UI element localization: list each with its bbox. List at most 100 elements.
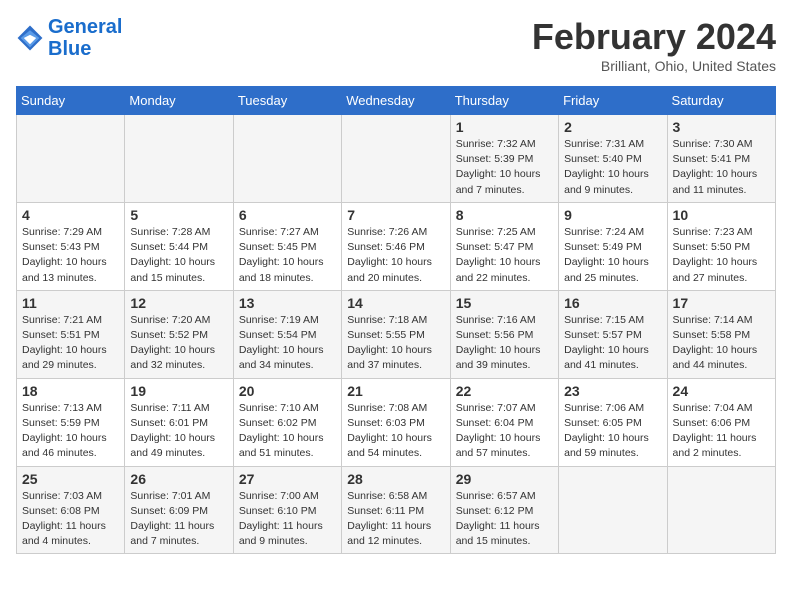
calendar-day-cell: 15 Sunrise: 7:16 AMSunset: 5:56 PMDayligh… bbox=[450, 290, 558, 378]
day-number: 13 bbox=[239, 295, 336, 311]
day-number: 15 bbox=[456, 295, 553, 311]
calendar-day-cell: 22 Sunrise: 7:07 AMSunset: 6:04 PMDayligh… bbox=[450, 378, 558, 466]
weekday-header-saturday: Saturday bbox=[667, 87, 775, 115]
calendar-week-row: 11 Sunrise: 7:21 AMSunset: 5:51 PMDayligh… bbox=[17, 290, 776, 378]
calendar-week-row: 18 Sunrise: 7:13 AMSunset: 5:59 PMDayligh… bbox=[17, 378, 776, 466]
day-info: Sunrise: 7:15 AMSunset: 5:57 PMDaylight:… bbox=[564, 313, 661, 374]
weekday-header-row: SundayMondayTuesdayWednesdayThursdayFrid… bbox=[17, 87, 776, 115]
weekday-header-wednesday: Wednesday bbox=[342, 87, 450, 115]
day-info: Sunrise: 6:58 AMSunset: 6:11 PMDaylight:… bbox=[347, 489, 444, 550]
logo: General Blue bbox=[16, 16, 122, 60]
day-info: Sunrise: 7:20 AMSunset: 5:52 PMDaylight:… bbox=[130, 313, 227, 374]
day-number: 7 bbox=[347, 207, 444, 223]
calendar-day-cell: 16 Sunrise: 7:15 AMSunset: 5:57 PMDayligh… bbox=[559, 290, 667, 378]
day-number: 10 bbox=[673, 207, 770, 223]
day-number: 1 bbox=[456, 119, 553, 135]
calendar-day-cell: 17 Sunrise: 7:14 AMSunset: 5:58 PMDayligh… bbox=[667, 290, 775, 378]
calendar-day-cell: 24 Sunrise: 7:04 AMSunset: 6:06 PMDayligh… bbox=[667, 378, 775, 466]
calendar-day-cell: 19 Sunrise: 7:11 AMSunset: 6:01 PMDayligh… bbox=[125, 378, 233, 466]
calendar-day-cell bbox=[559, 466, 667, 554]
day-number: 12 bbox=[130, 295, 227, 311]
calendar-day-cell: 11 Sunrise: 7:21 AMSunset: 5:51 PMDayligh… bbox=[17, 290, 125, 378]
day-number: 19 bbox=[130, 383, 227, 399]
calendar-day-cell: 13Sunrise: 7:19 AMSunset: 5:54 PMDayligh… bbox=[233, 290, 341, 378]
day-info: Sunrise: 7:13 AMSunset: 5:59 PMDaylight:… bbox=[22, 401, 119, 462]
day-number: 11 bbox=[22, 295, 119, 311]
calendar-day-cell bbox=[125, 115, 233, 203]
calendar-day-cell: 25 Sunrise: 7:03 AMSunset: 6:08 PMDayligh… bbox=[17, 466, 125, 554]
day-info: Sunrise: 7:08 AMSunset: 6:03 PMDaylight:… bbox=[347, 401, 444, 462]
day-number: 2 bbox=[564, 119, 661, 135]
day-number: 8 bbox=[456, 207, 553, 223]
calendar-day-cell: 21 Sunrise: 7:08 AMSunset: 6:03 PMDayligh… bbox=[342, 378, 450, 466]
calendar-day-cell: 1 Sunrise: 7:32 AMSunset: 5:39 PMDaylight… bbox=[450, 115, 558, 203]
calendar-day-cell: 9 Sunrise: 7:24 AMSunset: 5:49 PMDaylight… bbox=[559, 202, 667, 290]
calendar-day-cell: 27Sunrise: 7:00 AMSunset: 6:10 PMDayligh… bbox=[233, 466, 341, 554]
calendar-week-row: 1 Sunrise: 7:32 AMSunset: 5:39 PMDaylight… bbox=[17, 115, 776, 203]
day-number: 17 bbox=[673, 295, 770, 311]
day-info: Sunrise: 7:14 AMSunset: 5:58 PMDaylight:… bbox=[673, 313, 770, 374]
day-number: 29 bbox=[456, 471, 553, 487]
day-number: 23 bbox=[564, 383, 661, 399]
day-info: Sunrise: 7:01 AMSunset: 6:09 PMDaylight:… bbox=[130, 489, 227, 550]
day-info: Sunrise: 7:24 AMSunset: 5:49 PMDaylight:… bbox=[564, 225, 661, 286]
day-info: Sunrise: 7:21 AMSunset: 5:51 PMDaylight:… bbox=[22, 313, 119, 374]
day-info: Sunrise: 7:32 AMSunset: 5:39 PMDaylight:… bbox=[456, 137, 553, 198]
day-info: Sunrise: 7:18 AMSunset: 5:55 PMDaylight:… bbox=[347, 313, 444, 374]
weekday-header-sunday: Sunday bbox=[17, 87, 125, 115]
calendar-day-cell: 3 Sunrise: 7:30 AMSunset: 5:41 PMDaylight… bbox=[667, 115, 775, 203]
day-info: Sunrise: 6:57 AMSunset: 6:12 PMDaylight:… bbox=[456, 489, 553, 550]
calendar-day-cell: 4 Sunrise: 7:29 AMSunset: 5:43 PMDaylight… bbox=[17, 202, 125, 290]
day-number: 16 bbox=[564, 295, 661, 311]
day-number: 9 bbox=[564, 207, 661, 223]
logo-text: General Blue bbox=[48, 16, 122, 60]
calendar-day-cell: 26Sunrise: 7:01 AMSunset: 6:09 PMDayligh… bbox=[125, 466, 233, 554]
weekday-header-monday: Monday bbox=[125, 87, 233, 115]
calendar-day-cell: 10Sunrise: 7:23 AMSunset: 5:50 PMDayligh… bbox=[667, 202, 775, 290]
day-info: Sunrise: 7:10 AMSunset: 6:02 PMDaylight:… bbox=[239, 401, 336, 462]
page-header: General Blue February 2024 Brilliant, Oh… bbox=[16, 16, 776, 74]
day-number: 4 bbox=[22, 207, 119, 223]
calendar-day-cell: 2Sunrise: 7:31 AMSunset: 5:40 PMDaylight… bbox=[559, 115, 667, 203]
calendar-day-cell: 12 Sunrise: 7:20 AMSunset: 5:52 PMDayligh… bbox=[125, 290, 233, 378]
calendar-day-cell: 18 Sunrise: 7:13 AMSunset: 5:59 PMDayligh… bbox=[17, 378, 125, 466]
day-info: Sunrise: 7:29 AMSunset: 5:43 PMDaylight:… bbox=[22, 225, 119, 286]
calendar-day-cell: 6 Sunrise: 7:27 AMSunset: 5:45 PMDaylight… bbox=[233, 202, 341, 290]
day-number: 3 bbox=[673, 119, 770, 135]
calendar-day-cell bbox=[17, 115, 125, 203]
day-number: 28 bbox=[347, 471, 444, 487]
location-subtitle: Brilliant, Ohio, United States bbox=[532, 58, 776, 74]
calendar-week-row: 25 Sunrise: 7:03 AMSunset: 6:08 PMDayligh… bbox=[17, 466, 776, 554]
day-info: Sunrise: 7:30 AMSunset: 5:41 PMDaylight:… bbox=[673, 137, 770, 198]
day-number: 22 bbox=[456, 383, 553, 399]
day-info: Sunrise: 7:25 AMSunset: 5:47 PMDaylight:… bbox=[456, 225, 553, 286]
calendar-day-cell: 29 Sunrise: 6:57 AMSunset: 6:12 PMDayligh… bbox=[450, 466, 558, 554]
day-number: 24 bbox=[673, 383, 770, 399]
day-info: Sunrise: 7:26 AMSunset: 5:46 PMDaylight:… bbox=[347, 225, 444, 286]
calendar-day-cell: 23 Sunrise: 7:06 AMSunset: 6:05 PMDayligh… bbox=[559, 378, 667, 466]
day-info: Sunrise: 7:03 AMSunset: 6:08 PMDaylight:… bbox=[22, 489, 119, 550]
title-block: February 2024 Brilliant, Ohio, United St… bbox=[532, 16, 776, 74]
day-number: 14 bbox=[347, 295, 444, 311]
day-info: Sunrise: 7:04 AMSunset: 6:06 PMDaylight:… bbox=[673, 401, 770, 462]
calendar-day-cell: 14 Sunrise: 7:18 AMSunset: 5:55 PMDayligh… bbox=[342, 290, 450, 378]
day-number: 25 bbox=[22, 471, 119, 487]
day-number: 27 bbox=[239, 471, 336, 487]
weekday-header-tuesday: Tuesday bbox=[233, 87, 341, 115]
calendar-day-cell: 7 Sunrise: 7:26 AMSunset: 5:46 PMDaylight… bbox=[342, 202, 450, 290]
day-info: Sunrise: 7:28 AMSunset: 5:44 PMDaylight:… bbox=[130, 225, 227, 286]
day-info: Sunrise: 7:06 AMSunset: 6:05 PMDaylight:… bbox=[564, 401, 661, 462]
calendar-table: SundayMondayTuesdayWednesdayThursdayFrid… bbox=[16, 86, 776, 554]
calendar-day-cell bbox=[233, 115, 341, 203]
weekday-header-friday: Friday bbox=[559, 87, 667, 115]
day-number: 18 bbox=[22, 383, 119, 399]
day-info: Sunrise: 7:27 AMSunset: 5:45 PMDaylight:… bbox=[239, 225, 336, 286]
weekday-header-thursday: Thursday bbox=[450, 87, 558, 115]
month-year-title: February 2024 bbox=[532, 16, 776, 58]
calendar-week-row: 4 Sunrise: 7:29 AMSunset: 5:43 PMDaylight… bbox=[17, 202, 776, 290]
day-info: Sunrise: 7:16 AMSunset: 5:56 PMDaylight:… bbox=[456, 313, 553, 374]
day-info: Sunrise: 7:07 AMSunset: 6:04 PMDaylight:… bbox=[456, 401, 553, 462]
day-info: Sunrise: 7:11 AMSunset: 6:01 PMDaylight:… bbox=[130, 401, 227, 462]
day-number: 21 bbox=[347, 383, 444, 399]
day-number: 6 bbox=[239, 207, 336, 223]
